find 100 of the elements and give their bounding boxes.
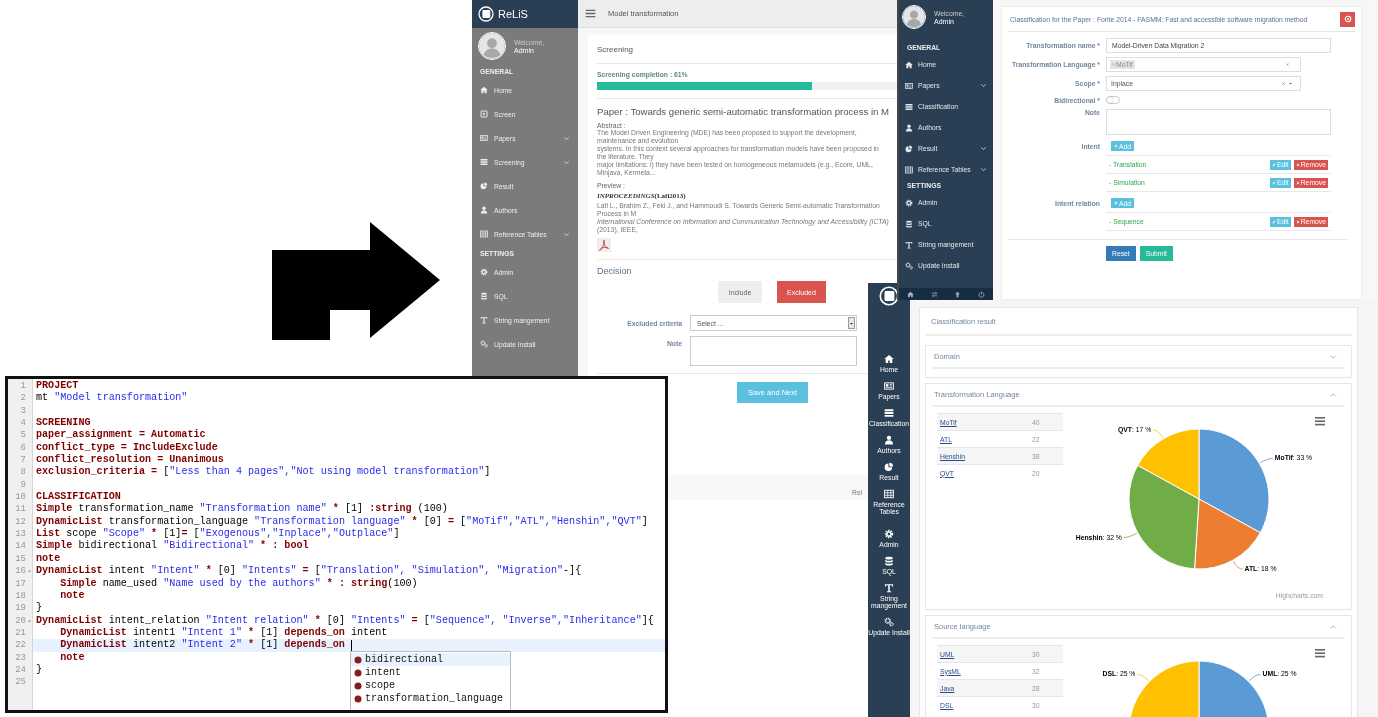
leader-line: [1123, 532, 1138, 538]
autocomplete-item[interactable]: intent: [351, 666, 510, 679]
text-icon: [884, 583, 894, 593]
code-line: Simple transformation_name "Transformation name" * [1] :string (100): [36, 503, 448, 516]
chevron-down-icon: [563, 158, 570, 166]
gear-icon: [905, 198, 913, 207]
line-number: 19: [15, 602, 26, 615]
pencil-icon: [1271, 180, 1276, 185]
user-icon: [480, 206, 488, 214]
home-icon: [480, 86, 488, 94]
pie-chart-icon: [884, 462, 894, 472]
cross-icon[interactable]: [1282, 82, 1285, 85]
circle-icon: [354, 668, 362, 677]
code-line: }: [36, 602, 43, 615]
circle-icon: [354, 694, 362, 703]
power-icon[interactable]: [977, 290, 985, 298]
pdf-icon[interactable]: [597, 238, 611, 252]
text-icon: [905, 240, 913, 249]
list-icon: [884, 408, 894, 418]
chevron-down-icon: [980, 145, 987, 152]
code-line: DynamicList transformation_language "Transformation language" * [0] = ["MoTif","ATL","Henshin","QVT"]: [36, 515, 648, 528]
table-icon: [884, 489, 894, 499]
line-number: 20: [15, 614, 26, 627]
code-line: DynamicList intent_relation "Intent relation" * [0] "Intents" = ["Sequence", "Inverse","Inheritance"]{: [36, 614, 654, 627]
chevron-down-icon: [980, 82, 987, 89]
close-button[interactable]: [1340, 11, 1355, 27]
code-line: DynamicList intent1 "Intent 1" * [1] depends_on intent: [59, 626, 388, 639]
code-line: List scope "Scope" * [1]= ["Exogenous","Inplace","Outplace"]: [36, 528, 400, 540]
code-line: CLASSIFICATION: [36, 491, 121, 503]
code-line: note: [59, 589, 85, 603]
line-number: 22: [15, 639, 26, 652]
caret-icon[interactable]: [1288, 81, 1293, 86]
home-icon[interactable]: [907, 290, 915, 298]
toggle-switch[interactable]: [1106, 96, 1120, 104]
menu-icon[interactable]: [1315, 417, 1325, 426]
code-line: DynamicList intent "Intent" * [0] "Intents" = ["Translation", "Simulation", "Migration"-]{: [36, 565, 582, 578]
pie-chart-icon: [480, 182, 488, 190]
pie-chart-icon: [905, 144, 913, 153]
line-number: 6: [20, 441, 26, 455]
cross-icon: [1295, 219, 1300, 224]
line-number: 25: [15, 676, 26, 689]
line-number: 10: [15, 491, 26, 504]
line-number: 3: [20, 404, 26, 418]
list-icon: [905, 102, 913, 111]
line-number: 18: [15, 589, 26, 603]
section-heading: Decision: [597, 266, 632, 276]
chevron-down-icon: [563, 230, 570, 238]
table-icon: [480, 230, 488, 238]
leader-line: [1259, 457, 1274, 464]
code-line: }: [36, 663, 43, 677]
circle-icon: [354, 655, 362, 664]
book-logo-icon[interactable]: [879, 286, 899, 306]
text-icon: [480, 316, 488, 324]
leader-line: [1232, 560, 1243, 570]
pencil-icon: [1271, 219, 1276, 224]
pencil-icon: [1271, 162, 1276, 167]
autocomplete-item[interactable]: scope: [351, 679, 510, 692]
gear-icon: [480, 268, 488, 276]
table-icon: [905, 165, 913, 174]
code-line: SCREENING: [36, 417, 91, 429]
line-number: 7: [20, 454, 26, 467]
line-number: 12: [15, 515, 26, 529]
swap-arrows-icon[interactable]: [930, 290, 938, 298]
code-line: conflict_resolution = Unanimous: [36, 454, 224, 466]
paper-title: Paper : Towards generic semi-automatic transformation process in M: [597, 106, 890, 117]
plus-icon: [1114, 144, 1118, 148]
avatar: [902, 5, 926, 29]
database-icon: [884, 556, 894, 566]
caret-icon: [849, 320, 854, 326]
leader-line: [1152, 429, 1164, 439]
cross-icon: [1295, 162, 1300, 167]
menu-icon[interactable]: [1315, 649, 1325, 658]
autocomplete-item[interactable]: bidirectional: [351, 653, 510, 666]
cross-icon[interactable]: [1286, 63, 1289, 66]
line-number: 15: [15, 552, 26, 566]
avatar: [478, 32, 506, 60]
note-field[interactable]: [1106, 109, 1331, 135]
app-name: ReLiS: [498, 8, 528, 20]
code-line: PROJECT: [36, 380, 79, 392]
database-icon: [905, 219, 913, 228]
code-line: paper_assignment = Automatic: [36, 429, 206, 442]
home-icon: [905, 60, 913, 69]
user-icon: [905, 123, 913, 132]
line-number: 5: [20, 429, 26, 442]
line-number: 9: [20, 478, 26, 492]
chevron-down-icon: [980, 166, 987, 173]
autocomplete-item[interactable]: transformation_language: [351, 692, 510, 705]
plus-icon: [1114, 201, 1118, 205]
gear-icon: [884, 529, 894, 539]
play-icon: [480, 110, 488, 118]
note-field[interactable]: [690, 336, 857, 366]
menu-icon[interactable]: [585, 8, 596, 19]
line-number: 1: [20, 380, 26, 393]
code-line: conflict_type = IncludeExclude: [36, 441, 218, 454]
user-icon: [884, 435, 894, 445]
line-number: 4: [20, 417, 26, 430]
home-icon: [884, 354, 894, 364]
code-line: mt "Model transformation": [36, 392, 188, 405]
up-arrow-icon[interactable]: [954, 290, 962, 298]
code-line: note: [59, 651, 85, 664]
